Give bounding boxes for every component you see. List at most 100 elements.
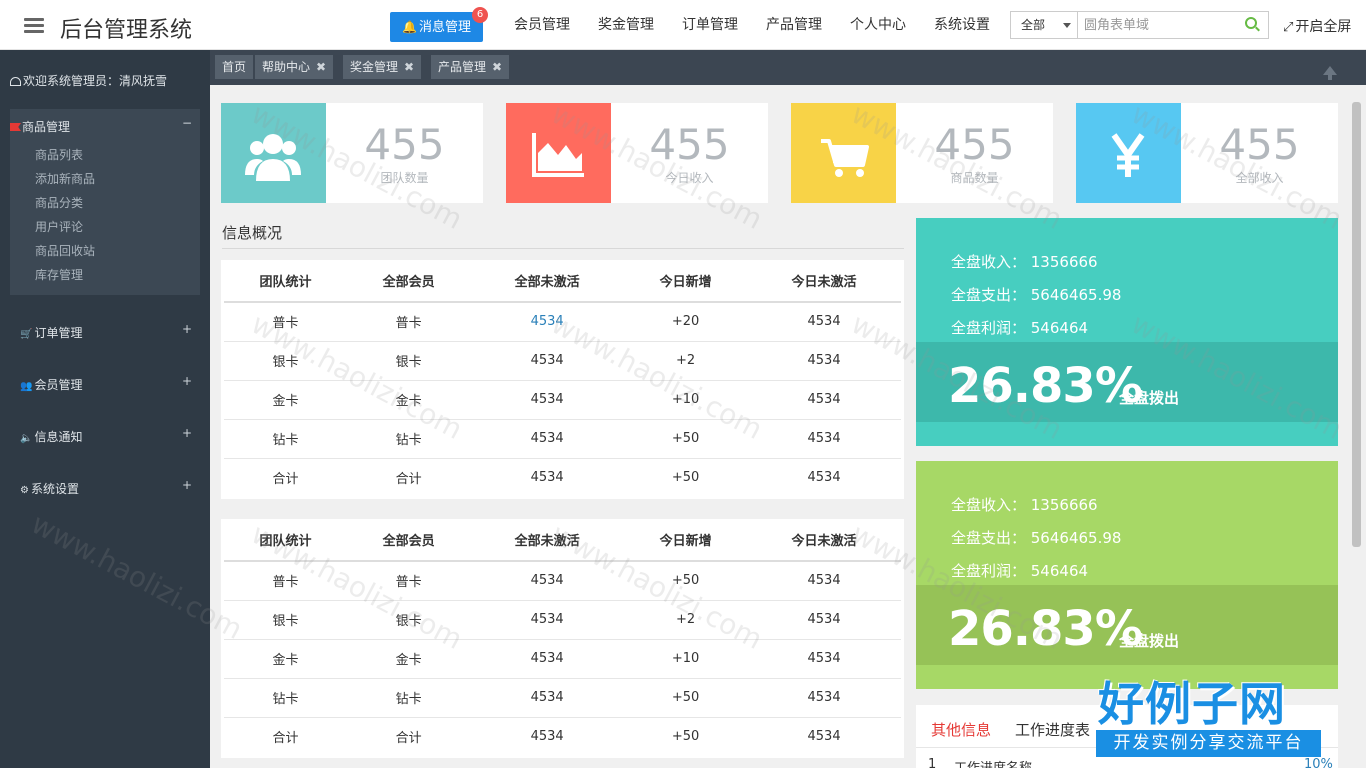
summary-card-2: 全盘收入： 1356666 全盘支出： 5646465.98 全盘利润： 546… [916,461,1338,689]
expand-plus-icon[interactable]: + [182,374,192,388]
tab-label: 产品管理 [438,60,487,74]
nav-order[interactable]: 订单管理 [668,0,752,50]
sidebar-subitem-add-product[interactable]: 添加新商品 [35,170,95,187]
message-management-button[interactable]: 🔔 消息管理 6 [390,7,488,42]
table-cell: 普卡 [224,561,348,601]
cart-icon [821,139,869,177]
progress-row-index: 1 [928,757,937,768]
table-row: 普卡 普卡 4534 +20 4534 [224,302,901,342]
close-icon[interactable]: ✖ [492,60,502,74]
sidebar-subitem-recycle-bin[interactable]: 商品回收站 [35,242,95,259]
sidebar-subitem-product-list[interactable]: 商品列表 [35,146,83,163]
close-icon[interactable]: ✖ [316,60,326,74]
column-header: 团队统计 [224,519,348,562]
tab-work-progress[interactable]: 工作进度表 [1015,719,1090,740]
stat-value: 455 [934,120,1015,169]
scroll-top-icon[interactable] [1323,66,1337,80]
expand-plus-icon[interactable]: + [182,426,192,440]
tab-help[interactable]: 帮助中心 ✖ [255,55,334,79]
stat-icon-box [221,103,326,203]
expand-plus-icon[interactable]: + [182,322,192,336]
table-cell: 普卡 [347,561,471,601]
table-cell: 钻卡 [347,678,471,718]
table-cell: 钻卡 [347,419,471,459]
table-row: 合计 合计 4534 +50 4534 [224,717,901,756]
table-cell: 银卡 [347,341,471,381]
tab-bonus[interactable]: 奖金管理 ✖ [343,55,422,79]
table-cell: 普卡 [347,302,471,342]
table-cell: 合计 [272,731,299,747]
nav-personal[interactable]: 个人中心 [836,0,920,50]
table-cell: +50 [624,419,748,459]
table-cell: 4534 [747,561,901,601]
table-cell: 银卡 [224,341,348,381]
table-row: 银卡 银卡 4534 +2 4534 [224,600,901,640]
chevron-down-icon [1063,23,1071,28]
table-cell: 4534 [747,678,901,718]
tab-other-info[interactable]: 其他信息 [931,719,991,740]
expand-plus-icon[interactable]: + [182,478,192,492]
users-icon [245,134,301,181]
tab-home[interactable]: 首页 [215,55,254,79]
close-icon[interactable]: ✖ [404,60,414,74]
stats-table: 团队统计 全部会员 全部未激活 今日新增 今日未激活 普卡 普卡 4534 +5… [224,519,901,756]
column-header: 全部未激活 [470,519,625,562]
sidebar-item-label: 信息通知 [34,430,83,444]
flag-icon [10,123,21,131]
column-header: 今日未激活 [747,260,901,303]
sidebar-subitem-inventory[interactable]: 库存管理 [35,266,83,283]
table-cell: 合计 [395,731,422,747]
table-cell: 4534 [807,729,841,745]
stats-table-panel-1: 团队统计 全部会员 全部未激活 今日新增 今日未激活 普卡 普卡 4534 +2… [221,260,904,499]
table-cell: +20 [624,302,748,342]
sidebar-item-system-settings[interactable]: ⚙ 系统设置 [20,480,79,497]
nav-bonus[interactable]: 奖金管理 [584,0,668,50]
table-cell: 4534 [807,470,841,486]
search-input[interactable] [1077,11,1269,39]
search-scope-select[interactable]: 全部 [1010,11,1078,39]
nav-product[interactable]: 产品管理 [752,0,836,50]
watermark-logo-subtitle: 开发实例分享交流平台 [1096,730,1321,757]
sidebar-item-product-management[interactable]: 商品管理 [10,118,70,135]
table-cell: 4534 [470,419,625,459]
tab-product[interactable]: 产品管理 ✖ [431,55,510,79]
table-cell: +2 [624,341,748,381]
nav-member[interactable]: 会员管理 [500,0,584,50]
collapse-icon[interactable]: − [182,116,192,130]
sidebar-item-label: 商品管理 [22,120,71,134]
search-icon[interactable] [1245,17,1257,29]
stat-value: 455 [1219,120,1300,169]
table-cell: 4534 [470,341,625,381]
table-cell: 4534 [747,380,901,420]
cart-icon: 🛒 [20,329,33,340]
stat-value: 455 [364,120,445,169]
stats-table-panel-2: 团队统计 全部会员 全部未激活 今日新增 今日未激活 普卡 普卡 4534 +5… [221,519,904,758]
summary-card-1: 全盘收入： 1356666 全盘支出： 5646465.98 全盘利润： 546… [916,218,1338,446]
scrollbar-thumb[interactable] [1352,102,1361,547]
sidebar-subitem-user-reviews[interactable]: 用户评论 [35,218,83,235]
sidebar-subitem-product-category[interactable]: 商品分类 [35,194,83,211]
dashboard-icon [10,77,21,86]
menu-toggle-icon[interactable] [24,18,44,34]
gear-icon: ⚙ [20,485,29,496]
payout-label: 全盘拨出 [1119,389,1180,407]
table-cell: +10 [624,639,748,679]
table-cell: 钻卡 [224,678,348,718]
sidebar-item-label: 系统设置 [30,482,79,496]
table-cell: 4534 [470,600,625,640]
table-cell: 钻卡 [224,419,348,459]
table-cell: 4534 [470,380,625,420]
total-profit: 全盘利润： 546464 [951,319,1089,337]
sidebar-item-notifications[interactable]: 🔈 信息通知 [20,428,82,445]
area-chart-icon [532,133,584,177]
fullscreen-button[interactable]: ⤢ 开启全屏 [1283,16,1351,36]
sidebar-item-member-management[interactable]: 👥 会员管理 [20,376,82,393]
sidebar-item-order-management[interactable]: 🛒 订单管理 [20,324,82,341]
app-title: 后台管理系统 [60,18,193,43]
table-cell-link[interactable]: 4534 [470,302,625,342]
payout-percent: 26.83% [948,601,1143,657]
total-income: 全盘收入： 1356666 [951,253,1098,271]
total-expense: 全盘支出： 5646465.98 [951,286,1122,304]
nav-settings[interactable]: 系统设置 [920,0,1004,50]
stat-value: 455 [649,120,730,169]
